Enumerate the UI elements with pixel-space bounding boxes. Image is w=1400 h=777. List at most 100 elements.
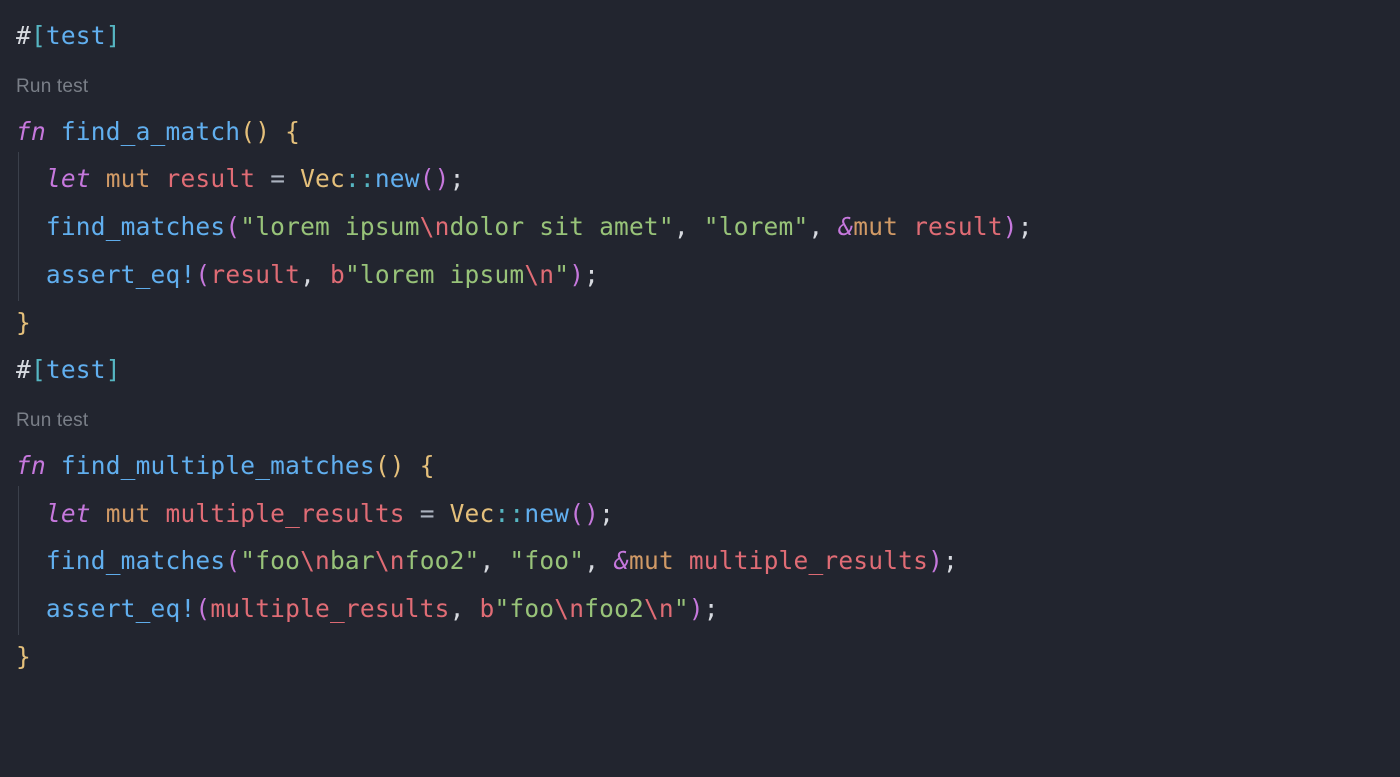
token: ) [689, 594, 704, 623]
token: let [46, 499, 91, 528]
code-line: assert_eq!(multiple_results, b"foo\nfoo2… [16, 594, 719, 623]
token: ( [195, 260, 210, 289]
token [315, 260, 330, 289]
token: } [16, 642, 31, 671]
token: ) [928, 546, 943, 575]
token [151, 499, 166, 528]
token: # [16, 21, 31, 50]
code-editor[interactable]: #[test] Run test fn find_a_match() { let… [0, 0, 1400, 681]
token: "lorem" [704, 212, 809, 241]
token: fn [16, 117, 46, 146]
token: & [614, 546, 629, 575]
token: \n [420, 212, 450, 241]
token: "lorem ipsum [240, 212, 419, 241]
token: , [674, 212, 689, 241]
token: new [375, 164, 420, 193]
token [405, 499, 420, 528]
token [405, 451, 420, 480]
token: \n [524, 260, 554, 289]
token [674, 546, 689, 575]
token: mut [106, 164, 151, 193]
token [435, 499, 450, 528]
token: [ [31, 355, 46, 384]
token: [ [31, 21, 46, 50]
code-line: } [16, 308, 31, 337]
code-attribute-line: #[test] [16, 355, 121, 384]
token: & [838, 212, 853, 241]
token: "foo" [509, 546, 584, 575]
token: ( [225, 212, 240, 241]
token: foo2" [405, 546, 480, 575]
token: ; [599, 499, 614, 528]
token: () [240, 117, 270, 146]
token: \n [300, 546, 330, 575]
token: multiple_results [166, 499, 405, 528]
token: ; [704, 594, 719, 623]
token: ( [225, 546, 240, 575]
token: , [584, 546, 599, 575]
token: # [16, 355, 31, 384]
token: find_a_match [61, 117, 240, 146]
token: assert_eq! [46, 260, 196, 289]
codelens-run-test[interactable]: Run test [16, 70, 88, 104]
codelens-run-test[interactable]: Run test [16, 404, 88, 438]
token: assert_eq! [46, 594, 196, 623]
code-line: assert_eq!(result, b"lorem ipsum\n"); [16, 260, 599, 289]
token: b [330, 260, 345, 289]
token: multiple_results [210, 594, 449, 623]
token [599, 546, 614, 575]
code-line: find_matches("lorem ipsum\ndolor sit ame… [16, 212, 1033, 241]
token: , [808, 212, 823, 241]
token: "lorem ipsum [345, 260, 524, 289]
token: () [420, 164, 450, 193]
token [465, 594, 480, 623]
token: ; [584, 260, 599, 289]
token [255, 164, 270, 193]
token: multiple_results [689, 546, 928, 575]
token: " [674, 594, 689, 623]
token: ) [569, 260, 584, 289]
token: \n [644, 594, 674, 623]
token: "foo [494, 594, 554, 623]
token: { [285, 117, 300, 146]
token [151, 164, 166, 193]
code-line: let mut result = Vec::new(); [16, 164, 465, 193]
token: ; [943, 546, 958, 575]
token: \n [375, 546, 405, 575]
token: " [554, 260, 569, 289]
code-line: fn find_multiple_matches() { [16, 451, 435, 480]
token: fn [16, 451, 46, 480]
token: ( [195, 594, 210, 623]
token: mut [853, 212, 898, 241]
token: find_multiple_matches [61, 451, 375, 480]
token [270, 117, 285, 146]
token: result [166, 164, 256, 193]
token [689, 212, 704, 241]
token: = [270, 164, 285, 193]
token [494, 546, 509, 575]
token [91, 499, 106, 528]
token: ; [450, 164, 465, 193]
token [285, 164, 300, 193]
token: let [46, 164, 91, 193]
token: ) [1003, 212, 1018, 241]
code-line: find_matches("foo\nbar\nfoo2", "foo", &m… [16, 546, 958, 575]
token [898, 212, 913, 241]
token: :: [345, 164, 375, 193]
token: Vec [300, 164, 345, 193]
token: new [524, 499, 569, 528]
token: test [46, 355, 106, 384]
token: () [569, 499, 599, 528]
token: ; [1018, 212, 1033, 241]
token: ] [106, 21, 121, 50]
token: () [375, 451, 405, 480]
token: , [300, 260, 315, 289]
token: test [46, 21, 106, 50]
token [46, 451, 61, 480]
token: result [210, 260, 300, 289]
token: \n [554, 594, 584, 623]
token: mut [629, 546, 674, 575]
token: b [480, 594, 495, 623]
token: :: [494, 499, 524, 528]
token: bar [330, 546, 375, 575]
